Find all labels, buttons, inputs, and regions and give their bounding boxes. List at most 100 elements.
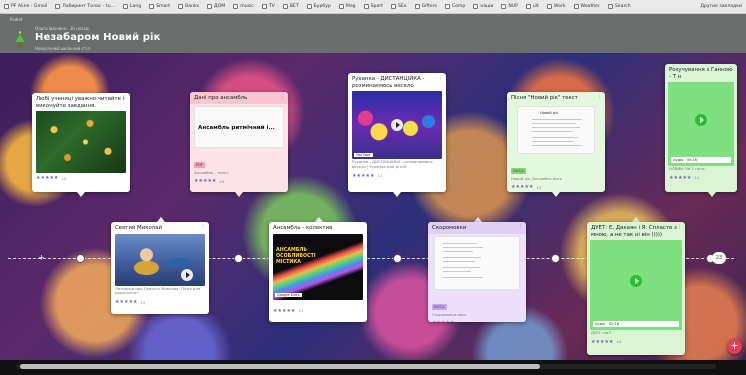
bookmark-favicon-icon xyxy=(525,4,531,9)
bookmark-item[interactable]: music xyxy=(229,4,258,9)
bookmark-item[interactable]: SEo xyxy=(387,4,411,9)
bookmark-item[interactable]: Weather xyxy=(570,4,604,9)
timeline-node[interactable] xyxy=(76,254,85,263)
bookmark-favicon-icon xyxy=(390,4,396,9)
bookmark-item[interactable]: Lang xyxy=(119,4,145,9)
audio-player[interactable]: Аудіо · 00:16 xyxy=(668,82,734,167)
bookmark-favicon-icon xyxy=(414,4,420,9)
post-card[interactable]: ⋮ Пісня "Новий рік" текст Новий рік DOCX… xyxy=(507,92,605,192)
bookmark-item[interactable]: TV xyxy=(258,4,279,9)
rating[interactable]: ★★★★★10 xyxy=(190,176,288,186)
more-menu-icon[interactable]: ⋮ xyxy=(359,224,364,230)
video-thumbnail[interactable]: YouTube xyxy=(352,91,442,160)
bookmark-favicon-icon xyxy=(573,4,579,9)
play-icon[interactable] xyxy=(391,119,403,132)
more-menu-icon[interactable]: ⋮ xyxy=(280,94,285,100)
play-icon[interactable] xyxy=(630,274,642,287)
page-subtitle: Новорічний шкільний стіл xyxy=(35,46,90,51)
bookmark-favicon-icon xyxy=(546,4,552,9)
bookmarks-bar: PF Aline - Gmail Лабиринт Толас - tu... La… xyxy=(0,0,746,14)
audio-duration: Аудіо · 00:16 xyxy=(671,157,731,164)
bookmark-favicon-icon xyxy=(207,4,213,9)
add-post-button[interactable]: + xyxy=(727,339,742,354)
bookmark-item[interactable]: Sport xyxy=(360,4,387,9)
more-menu-icon[interactable]: ⋮ xyxy=(597,94,602,100)
bookmark-favicon-icon xyxy=(363,4,369,9)
bookmark-item[interactable]: Comp xyxy=(441,4,469,9)
bookmark-label: Search xyxy=(614,4,631,9)
doc-preview: Ансамбль ритмічний і... xyxy=(194,105,284,148)
timeline-node[interactable] xyxy=(234,254,243,263)
more-menu-icon[interactable]: ⋮ xyxy=(729,66,734,72)
video-thumbnail[interactable] xyxy=(115,233,205,286)
more-menu-icon[interactable]: ⋮ xyxy=(518,224,523,230)
bookmark-favicon-icon xyxy=(55,4,61,9)
post-card[interactable]: ⋮ ДУЕТ: Є. Дакаян і Я. Спласте з мною, а… xyxy=(587,222,685,355)
bookmark-label: ВЕТ xyxy=(289,4,299,9)
bookmark-item[interactable]: Лабиринт Толас - tu... xyxy=(51,4,119,9)
bookmark-item[interactable]: Mag xyxy=(335,4,360,9)
horizontal-scrollbar[interactable] xyxy=(0,360,746,375)
doc-preview xyxy=(434,235,520,290)
rating[interactable]: ★★★★★10 xyxy=(428,318,526,322)
post-card[interactable]: ⋮ Ансамбль - колектив АНСАМБЛЬ ОСОБЛИВОС… xyxy=(269,222,367,322)
post-card[interactable]: ⋮ Скоромовки DOCX Скоромовки.docx ★★★★★1… xyxy=(428,222,526,322)
bookmark-label: Work xyxy=(553,4,566,9)
play-icon[interactable] xyxy=(695,113,707,126)
timeline-node[interactable] xyxy=(551,254,560,263)
rating[interactable]: ★★★★★10 xyxy=(111,297,209,307)
post-card[interactable]: ⋮ Дані про ансамбль Ансамбль ритмічний і… xyxy=(190,92,288,192)
bookmark-favicon-icon xyxy=(233,4,239,9)
more-menu-icon[interactable]: ⋮ xyxy=(677,224,682,230)
bookmark-item[interactable]: ВЕТ xyxy=(279,4,303,9)
more-menu-icon[interactable]: ⋮ xyxy=(201,224,206,230)
padlet-header: Padlet Ольга Іванівна · 1h назад Незабар… xyxy=(0,14,746,53)
timeline-node[interactable] xyxy=(393,254,402,263)
bookmark-item[interactable]: Work xyxy=(543,4,570,9)
bookmark-item[interactable]: Gifters xyxy=(411,4,441,9)
post-card[interactable]: ⋮ Розучування з Ганною - Т н Аудіо · 00:… xyxy=(665,64,737,192)
rating[interactable]: ★★★★★10 xyxy=(587,337,685,347)
timeline-count[interactable]: 23 xyxy=(712,252,726,264)
rating[interactable]: ★★★★★ 12 xyxy=(32,173,130,183)
card-title: Розучування з Ганною - Т н xyxy=(669,67,733,80)
post-card[interactable]: ⋮ Руханка - ДИСТАНЦІЙКА - розминаємось в… xyxy=(348,73,446,192)
card-image: АНСАМБЛЬ ОСОБЛИВОСТІ МІСТИКА Google Docs xyxy=(273,233,363,300)
play-icon[interactable] xyxy=(181,269,193,282)
rating[interactable]: ★★★★★ 12 xyxy=(507,182,605,192)
more-menu-icon[interactable]: ⋮ xyxy=(438,75,443,81)
breadcrumb[interactable]: Padlet xyxy=(10,17,22,22)
padlet-logo-icon xyxy=(14,31,26,47)
bookmark-label: Лабиринт Толас - tu... xyxy=(62,4,115,9)
bookmark-label: Sport xyxy=(370,4,383,9)
card-pointer xyxy=(393,192,401,197)
bookmark-label: Mag xyxy=(345,4,356,9)
card-title: Пісня "Новий рік" текст xyxy=(511,95,578,101)
board-canvas[interactable]: + + + + + + + + + 23 ⋮ Любі учениці уваж… xyxy=(0,53,746,360)
bookmark-item[interactable]: Бурбур xyxy=(303,4,335,9)
bookmark-item[interactable]: NUP xyxy=(497,4,522,9)
bookmark-item[interactable]: Smart xyxy=(145,4,174,9)
bookmark-item[interactable]: uit xyxy=(522,4,543,9)
bookmark-item[interactable]: наши xyxy=(469,4,497,9)
more-menu-icon[interactable]: ⋮ xyxy=(122,95,127,101)
rating[interactable]: ★★★★★ 11 xyxy=(665,173,737,183)
plus-icon[interactable]: + xyxy=(38,253,45,263)
audio-player[interactable]: Аудіо · 02:18 xyxy=(590,240,682,331)
bookmark-item[interactable]: ДОМ xyxy=(203,4,229,9)
author-line: Ольга Іванівна · 1h назад xyxy=(35,26,89,31)
post-card[interactable]: ⋮ Святий Миколай Лятописи про Святого Ми… xyxy=(111,222,209,314)
bookmark-favicon-icon xyxy=(338,4,344,9)
bookmark-item[interactable]: Banks xyxy=(174,4,203,9)
scroll-thumb[interactable] xyxy=(20,364,540,369)
rating[interactable]: ★★★★★ 13 xyxy=(269,306,367,316)
bookmark-favicon-icon xyxy=(607,4,613,9)
audio-duration: Аудіо · 02:18 xyxy=(593,321,679,328)
bookmark-item[interactable]: Search xyxy=(604,4,635,9)
bookmark-item[interactable]: PF Aline - Gmail xyxy=(0,4,51,9)
other-bookmarks[interactable]: Другие закладки xyxy=(700,4,746,9)
post-card[interactable]: ⋮ Любі учениці уважно читайте і виконуйт… xyxy=(32,93,130,192)
rating[interactable]: ★★★★★ 11 xyxy=(348,171,446,181)
bookmark-label: TV xyxy=(268,4,275,9)
bookmark-label: Weather xyxy=(580,4,600,9)
